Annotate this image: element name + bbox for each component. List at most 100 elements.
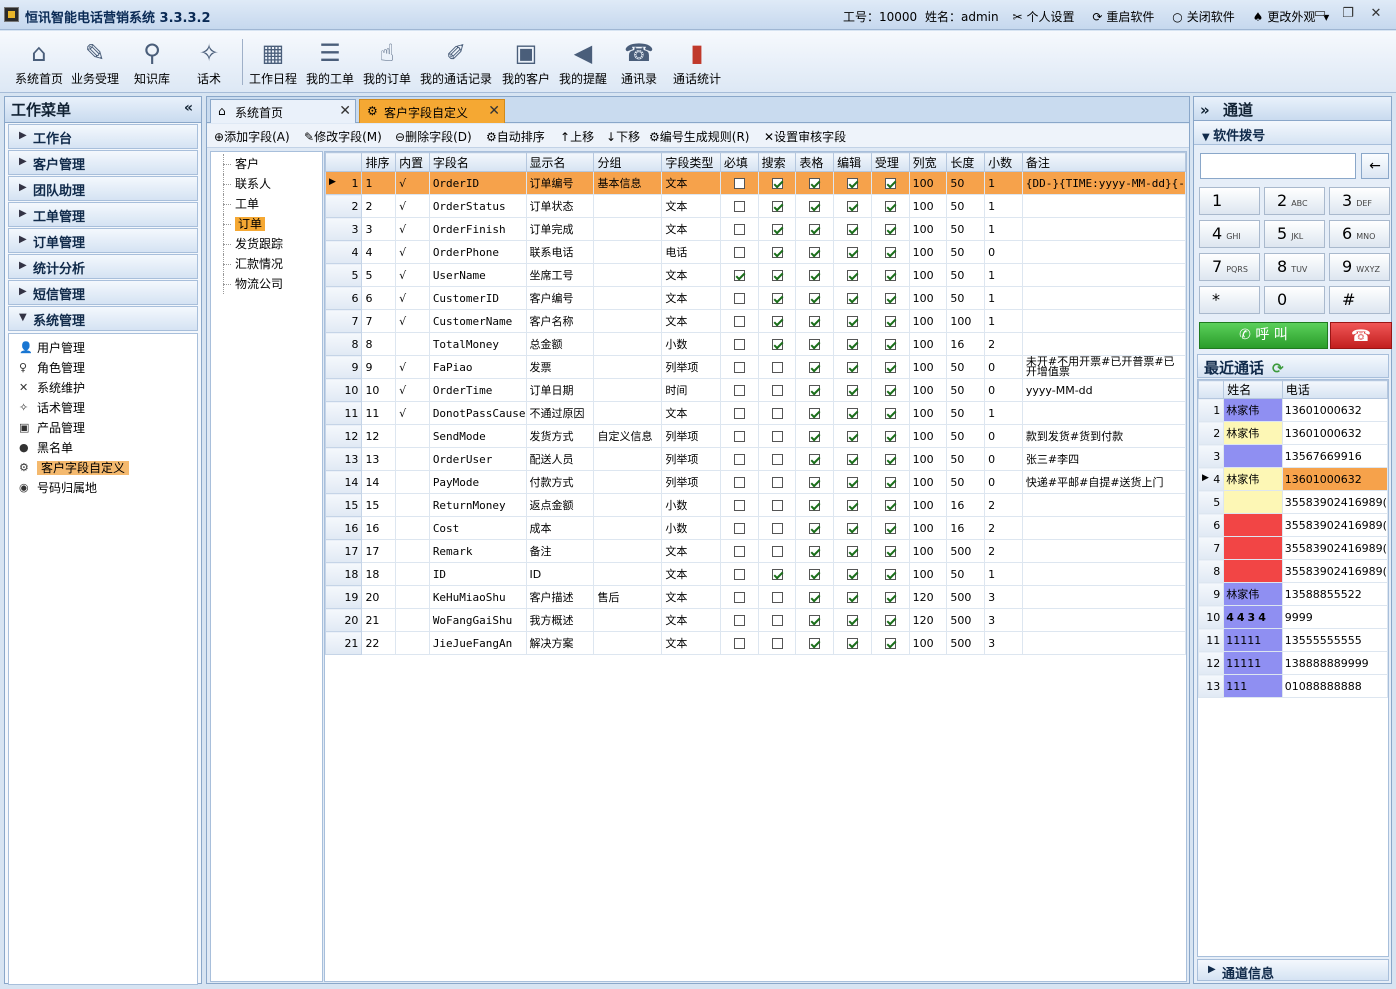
- submenu-system-maintenance[interactable]: ✕ 系统维护: [9, 378, 197, 398]
- table-row[interactable]: 3 3 √ OrderFinish 订单完成 文本 100 50 1: [325, 217, 1186, 241]
- maximize-button[interactable]: ❐: [1334, 4, 1362, 24]
- row-number[interactable]: 19: [325, 585, 363, 609]
- cell-edit[interactable]: [833, 378, 872, 402]
- table-checkbox[interactable]: [809, 638, 821, 649]
- req-checkbox[interactable]: [733, 454, 745, 465]
- edit-checkbox[interactable]: [847, 247, 859, 258]
- req-checkbox[interactable]: [733, 592, 745, 603]
- cell-edit[interactable]: [833, 332, 872, 356]
- table-row[interactable]: 11 11 √ DonotPassCause 不通过原因 文本 100 50 1: [325, 401, 1186, 425]
- cell-accept[interactable]: [870, 470, 910, 494]
- dial-number-input[interactable]: [1200, 153, 1356, 179]
- cell-table[interactable]: [795, 585, 835, 609]
- add-field-button[interactable]: ⊕添加字段(A): [214, 128, 290, 145]
- cell-edit[interactable]: [833, 631, 872, 655]
- search-checkbox[interactable]: [771, 293, 783, 304]
- cell-edit[interactable]: [833, 470, 872, 494]
- table-row[interactable]: 9 9 √ FaPiao 发票 列举项 100 50 0 未开#不用开票#已开普票#已开增值票: [325, 355, 1186, 379]
- cell-accept[interactable]: [870, 608, 910, 632]
- cell-accept[interactable]: [870, 447, 910, 471]
- table-checkbox[interactable]: [809, 592, 821, 603]
- table-row[interactable]: 10 10 √ OrderTime 订单日期 时间 100 50 0 yyyy-MM-dd: [325, 378, 1186, 402]
- cell-search[interactable]: [757, 194, 797, 218]
- row-number[interactable]: 9: [1198, 582, 1225, 606]
- category-customer[interactable]: 客户: [211, 154, 322, 174]
- req-checkbox[interactable]: [733, 477, 745, 488]
- accept-checkbox[interactable]: [884, 615, 896, 626]
- cell-req[interactable]: [719, 240, 759, 264]
- category-shipping[interactable]: 发货跟踪: [211, 234, 322, 254]
- cell-search[interactable]: [757, 355, 797, 379]
- cell-search[interactable]: [757, 240, 797, 264]
- cell-edit[interactable]: [833, 516, 872, 540]
- search-checkbox[interactable]: [771, 500, 783, 511]
- req-checkbox[interactable]: [733, 500, 745, 511]
- search-checkbox[interactable]: [771, 408, 783, 419]
- close-button[interactable]: ✕: [1362, 4, 1390, 24]
- accept-checkbox[interactable]: [884, 293, 896, 304]
- toolbar-home-button[interactable]: ⌂ 系统首页: [12, 35, 66, 91]
- toolbar-call-record-button[interactable]: ✐ 我的通话记录: [417, 35, 495, 91]
- search-checkbox[interactable]: [771, 362, 783, 373]
- accept-checkbox[interactable]: [884, 316, 896, 327]
- table-checkbox[interactable]: [809, 270, 821, 281]
- cell-table[interactable]: [795, 171, 835, 195]
- req-checkbox[interactable]: [733, 385, 745, 396]
- category-order[interactable]: 订单: [211, 214, 322, 234]
- cell-accept[interactable]: [870, 539, 910, 563]
- numbering-rule-button[interactable]: ⚙编号生成规则(R): [649, 128, 749, 145]
- accept-checkbox[interactable]: [884, 454, 896, 465]
- edit-checkbox[interactable]: [847, 638, 859, 649]
- cell-req[interactable]: [719, 516, 759, 540]
- cell-edit[interactable]: [833, 424, 872, 448]
- cell-table[interactable]: [795, 309, 835, 333]
- cell-search[interactable]: [757, 263, 797, 287]
- recent-call-row[interactable]: 6 35583902416989(: [1198, 513, 1388, 537]
- column-header-sort[interactable]: 排序: [361, 152, 397, 172]
- row-number[interactable]: 3: [1198, 444, 1225, 468]
- toolbar-schedule-button[interactable]: ▦ 工作日程: [246, 35, 300, 91]
- cell-search[interactable]: [757, 631, 797, 655]
- row-number[interactable]: 12: [325, 424, 363, 448]
- row-number[interactable]: 13: [1198, 674, 1225, 698]
- cell-search[interactable]: [757, 562, 797, 586]
- accept-checkbox[interactable]: [884, 224, 896, 235]
- accept-checkbox[interactable]: [884, 569, 896, 580]
- search-checkbox[interactable]: [771, 477, 783, 488]
- search-checkbox[interactable]: [771, 339, 783, 350]
- row-number[interactable]: 2: [1198, 421, 1225, 445]
- table-checkbox[interactable]: [809, 201, 821, 212]
- row-number[interactable]: 14: [325, 470, 363, 494]
- accept-checkbox[interactable]: [884, 362, 896, 373]
- table-row[interactable]: 6 6 √ CustomerID 客户编号 文本 100 50 1: [325, 286, 1186, 310]
- accept-checkbox[interactable]: [884, 431, 896, 442]
- cell-edit[interactable]: [833, 286, 872, 310]
- dial-key[interactable]: *: [1199, 286, 1260, 314]
- edit-checkbox[interactable]: [847, 224, 859, 235]
- table-row[interactable]: 13 13 OrderUser 配送人员 列举项 100 50 0 张三#李四: [325, 447, 1186, 471]
- cell-req[interactable]: [719, 332, 759, 356]
- req-checkbox[interactable]: [733, 201, 745, 212]
- req-checkbox[interactable]: [733, 408, 745, 419]
- req-checkbox[interactable]: [733, 270, 745, 281]
- dial-key[interactable]: 2 ABC: [1264, 187, 1325, 215]
- cell-table[interactable]: [795, 608, 835, 632]
- cell-table[interactable]: [795, 470, 835, 494]
- dial-key[interactable]: #: [1329, 286, 1390, 314]
- cell-req[interactable]: [719, 631, 759, 655]
- cell-edit[interactable]: [833, 562, 872, 586]
- column-header-edit[interactable]: 编辑: [833, 152, 872, 172]
- req-checkbox[interactable]: [733, 523, 745, 534]
- req-checkbox[interactable]: [733, 615, 745, 626]
- column-header-table[interactable]: 表格: [795, 152, 835, 172]
- req-checkbox[interactable]: [733, 293, 745, 304]
- softphone-header[interactable]: ▼ 软件拨号: [1194, 121, 1391, 145]
- row-number[interactable]: 4: [325, 240, 363, 264]
- cell-table[interactable]: [795, 263, 835, 287]
- table-checkbox[interactable]: [809, 224, 821, 235]
- cell-accept[interactable]: [870, 240, 910, 264]
- table-row[interactable]: 2 2 √ OrderStatus 订单状态 文本 100 50 1: [325, 194, 1186, 218]
- recent-call-row[interactable]: 9 林家伟 13588855522: [1198, 582, 1388, 606]
- cell-req[interactable]: [719, 217, 759, 241]
- collapse-menu-button[interactable]: «: [184, 100, 193, 116]
